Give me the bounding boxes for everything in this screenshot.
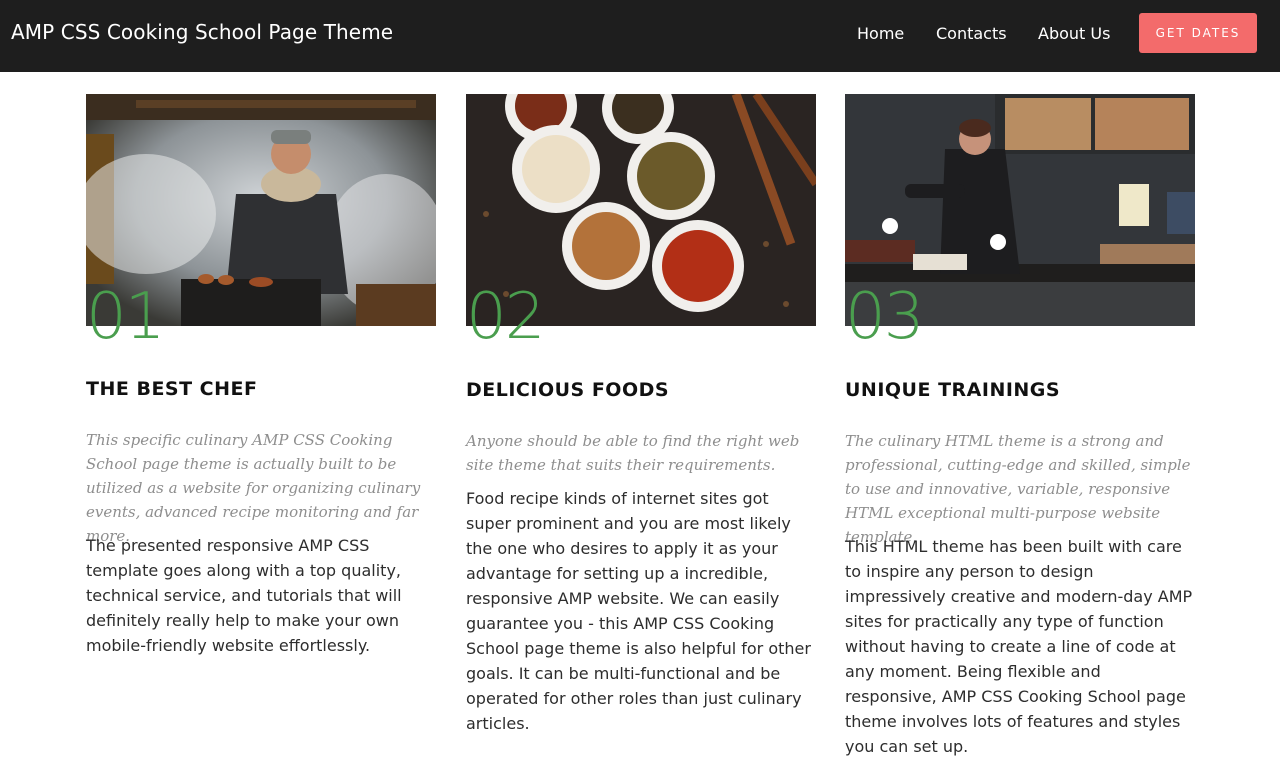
site-brand[interactable]: AMP CSS Cooking School Page Theme <box>11 20 393 44</box>
card-number-1: 01 <box>86 280 165 354</box>
card-title-2: DELICIOUS FOODS <box>466 379 670 401</box>
get-dates-button[interactable]: GET DATES <box>1139 13 1257 53</box>
nav-link-about-us[interactable]: About Us <box>1038 24 1110 43</box>
nav-link-contacts[interactable]: Contacts <box>936 24 1007 43</box>
card-number-2: 02 <box>466 280 545 354</box>
card-title-1: THE BEST CHEF <box>86 378 258 400</box>
card-body-3: This HTML theme has been built with care… <box>845 537 1193 756</box>
card-lead-2: Anyone should be able to find the right … <box>466 432 800 474</box>
card-number-3: 03 <box>845 280 924 354</box>
card-body-1: The presented responsive AMP CSS templat… <box>86 536 402 655</box>
card-title-3: UNIQUE TRAININGS <box>845 379 1061 401</box>
nav-link-home[interactable]: Home <box>857 24 904 43</box>
card-lead-1: This specific culinary AMP CSS Cooking S… <box>86 431 421 545</box>
card-body-2: Food recipe kinds of internet sites got … <box>466 489 811 733</box>
top-navbar: AMP CSS Cooking School Page Theme Home C… <box>0 0 1280 72</box>
card-lead-3: The culinary HTML theme is a strong and … <box>845 432 1191 546</box>
